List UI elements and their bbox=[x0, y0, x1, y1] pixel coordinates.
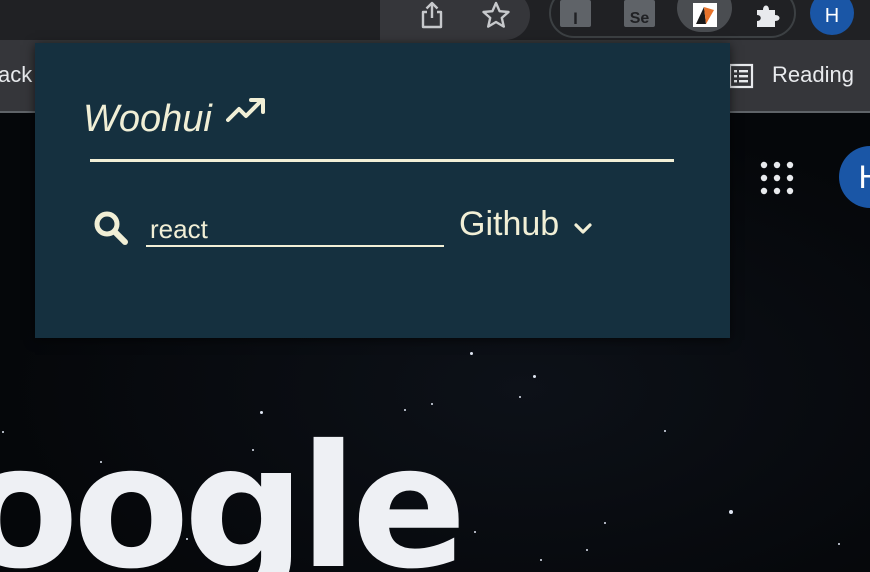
search-input[interactable] bbox=[146, 211, 444, 247]
search-engine-label[interactable]: Github bbox=[459, 207, 559, 241]
star bbox=[431, 403, 433, 405]
woohui-popup: Woohui Github bbox=[35, 43, 730, 338]
search-engine-select[interactable]: Github bbox=[459, 207, 595, 241]
screen: I Se H ack Reading H oogle Woohui react … bbox=[0, 0, 870, 572]
chevron-down-icon[interactable] bbox=[571, 212, 595, 236]
star bbox=[604, 522, 606, 524]
star bbox=[838, 543, 840, 545]
google-apps-icon[interactable] bbox=[760, 161, 794, 195]
profile-avatar[interactable]: H bbox=[810, 0, 854, 35]
extension-i-icon[interactable]: I bbox=[560, 0, 591, 27]
star bbox=[729, 510, 733, 514]
brand-title: Woohui bbox=[83, 98, 212, 140]
google-logo: oogle bbox=[0, 409, 467, 572]
star bbox=[533, 375, 536, 378]
search-icon[interactable] bbox=[93, 210, 129, 246]
bookmark-item-label[interactable]: ack bbox=[0, 62, 32, 88]
star bbox=[540, 559, 542, 561]
star bbox=[519, 396, 521, 398]
extension-se-icon[interactable]: Se bbox=[624, 0, 655, 27]
extension-active-icon[interactable] bbox=[692, 2, 718, 28]
star bbox=[586, 549, 588, 551]
star bbox=[470, 352, 473, 355]
bookmark-star-icon[interactable] bbox=[480, 0, 512, 30]
reading-list-icon[interactable] bbox=[728, 63, 754, 89]
trending-up-icon bbox=[225, 96, 268, 126]
star bbox=[474, 531, 476, 533]
brand-header: Woohui bbox=[83, 98, 268, 140]
extensions-puzzle-icon[interactable] bbox=[752, 0, 784, 30]
star bbox=[664, 430, 666, 432]
page-profile-avatar[interactable]: H bbox=[839, 146, 870, 208]
reading-list-button[interactable]: Reading bbox=[772, 62, 854, 88]
browser-toolbar: I Se H bbox=[0, 0, 870, 40]
header-divider bbox=[90, 159, 674, 162]
share-icon[interactable] bbox=[418, 0, 446, 30]
